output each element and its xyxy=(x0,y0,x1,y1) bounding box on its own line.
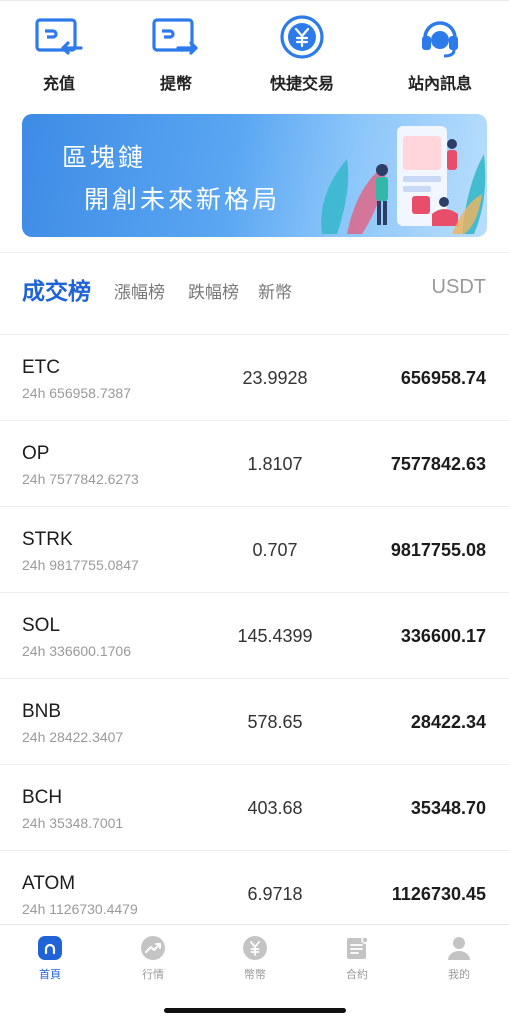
coin-24h-volume: 24h 1126730.4479 xyxy=(22,901,138,917)
nav-profile[interactable]: 我的 xyxy=(419,934,499,982)
coin-symbol: BNB xyxy=(22,701,62,722)
yuan-coin-icon xyxy=(241,934,269,962)
quick-action-deposit[interactable]: 充值 xyxy=(14,12,104,94)
quick-action-label: 站內訊息 xyxy=(407,76,472,93)
nav-label: 行情 xyxy=(142,969,164,981)
nav-spot[interactable]: 幣幣 xyxy=(215,934,295,982)
banner-title: 區塊鏈 xyxy=(62,143,147,172)
coin-price: 403.68 xyxy=(247,798,303,818)
headset-icon xyxy=(415,12,465,62)
tab-volume[interactable]: 成交榜 xyxy=(22,272,91,306)
user-icon xyxy=(445,934,473,962)
contract-icon xyxy=(343,934,371,962)
coin-24h-volume: 24h 35348.7001 xyxy=(22,815,124,831)
coin-amount: 9817755.08 xyxy=(390,540,486,560)
banner-subtitle: 開創未來新格局 xyxy=(84,185,281,214)
nav-home[interactable]: 首頁 xyxy=(10,934,90,982)
ranking-tabs: 成交榜 漲幅榜 跌幅榜 新幣 USDT xyxy=(0,268,509,318)
quick-action-label: 充值 xyxy=(42,76,75,93)
quick-action-withdraw[interactable]: 提幣 xyxy=(131,12,221,94)
coin-price: 23.9928 xyxy=(242,368,308,388)
home-icon xyxy=(36,934,64,962)
banner-illustration xyxy=(321,126,486,234)
list-item[interactable]: OP 24h 7577842.6273 1.8107 7577842.63 xyxy=(0,420,509,506)
section-divider xyxy=(0,252,509,253)
tab-gainers[interactable]: 漲幅榜 xyxy=(114,278,165,303)
coin-amount: 7577842.63 xyxy=(390,454,486,474)
quote-unit: USDT xyxy=(431,276,486,298)
tab-losers[interactable]: 跌幅榜 xyxy=(188,278,239,303)
quick-action-quick-trade[interactable]: 快捷交易 xyxy=(257,12,347,94)
nav-contract[interactable]: 合約 xyxy=(317,934,397,982)
coin-symbol: STRK xyxy=(22,529,73,550)
coin-amount: 656958.74 xyxy=(400,368,486,388)
nav-label: 合約 xyxy=(346,969,368,981)
quick-action-label: 提幣 xyxy=(159,76,192,93)
nav-label: 幣幣 xyxy=(244,969,266,981)
nav-label: 我的 xyxy=(448,969,470,981)
coin-amount: 336600.17 xyxy=(400,626,486,646)
coin-24h-volume: 24h 9817755.0847 xyxy=(22,557,139,573)
deposit-icon xyxy=(34,12,84,62)
coin-price: 578.65 xyxy=(247,712,303,732)
quick-action-messages[interactable]: 站內訊息 xyxy=(395,12,485,94)
coin-price: 1.8107 xyxy=(247,454,303,474)
top-divider xyxy=(0,0,509,1)
coin-price: 6.9718 xyxy=(247,884,303,904)
list-item[interactable]: ETC 24h 656958.7387 23.9928 656958.74 xyxy=(0,334,509,420)
coin-amount: 1126730.45 xyxy=(391,884,486,904)
nav-label: 首頁 xyxy=(39,969,61,981)
coin-24h-volume: 24h 656958.7387 xyxy=(22,385,131,401)
trend-icon xyxy=(139,934,167,962)
coin-symbol: ETC xyxy=(22,357,60,378)
coin-symbol: OP xyxy=(22,443,50,464)
withdraw-icon xyxy=(151,12,201,62)
coin-24h-volume: 24h 336600.1706 xyxy=(22,643,131,659)
coin-24h-volume: 24h 28422.3407 xyxy=(22,729,124,745)
quick-actions: 充值 提幣 快捷交易 站內訊息 xyxy=(0,12,509,102)
coin-24h-volume: 24h 7577842.6273 xyxy=(22,471,139,487)
list-item[interactable]: BNB 24h 28422.3407 578.65 28422.34 xyxy=(0,678,509,764)
coin-amount: 28422.34 xyxy=(410,712,486,732)
quick-action-label: 快捷交易 xyxy=(269,76,334,93)
yuan-exchange-icon xyxy=(277,12,327,62)
home-indicator xyxy=(164,1008,346,1013)
list-item[interactable]: STRK 24h 9817755.0847 0.707 9817755.08 xyxy=(0,506,509,592)
list-item[interactable]: BCH 24h 35348.7001 403.68 35348.70 xyxy=(0,764,509,850)
coin-symbol: SOL xyxy=(22,615,61,636)
promo-banner[interactable]: 區塊鏈 開創未來新格局 xyxy=(22,114,487,237)
nav-market[interactable]: 行情 xyxy=(113,934,193,982)
coin-amount: 35348.70 xyxy=(410,798,486,818)
coin-symbol: BCH xyxy=(22,787,63,808)
coin-symbol: ATOM xyxy=(22,873,76,894)
coin-price: 145.4399 xyxy=(237,626,313,646)
list-item[interactable]: SOL 24h 336600.1706 145.4399 336600.17 xyxy=(0,592,509,678)
coin-price: 0.707 xyxy=(252,540,298,560)
tab-new-coins[interactable]: 新幣 xyxy=(258,278,292,303)
